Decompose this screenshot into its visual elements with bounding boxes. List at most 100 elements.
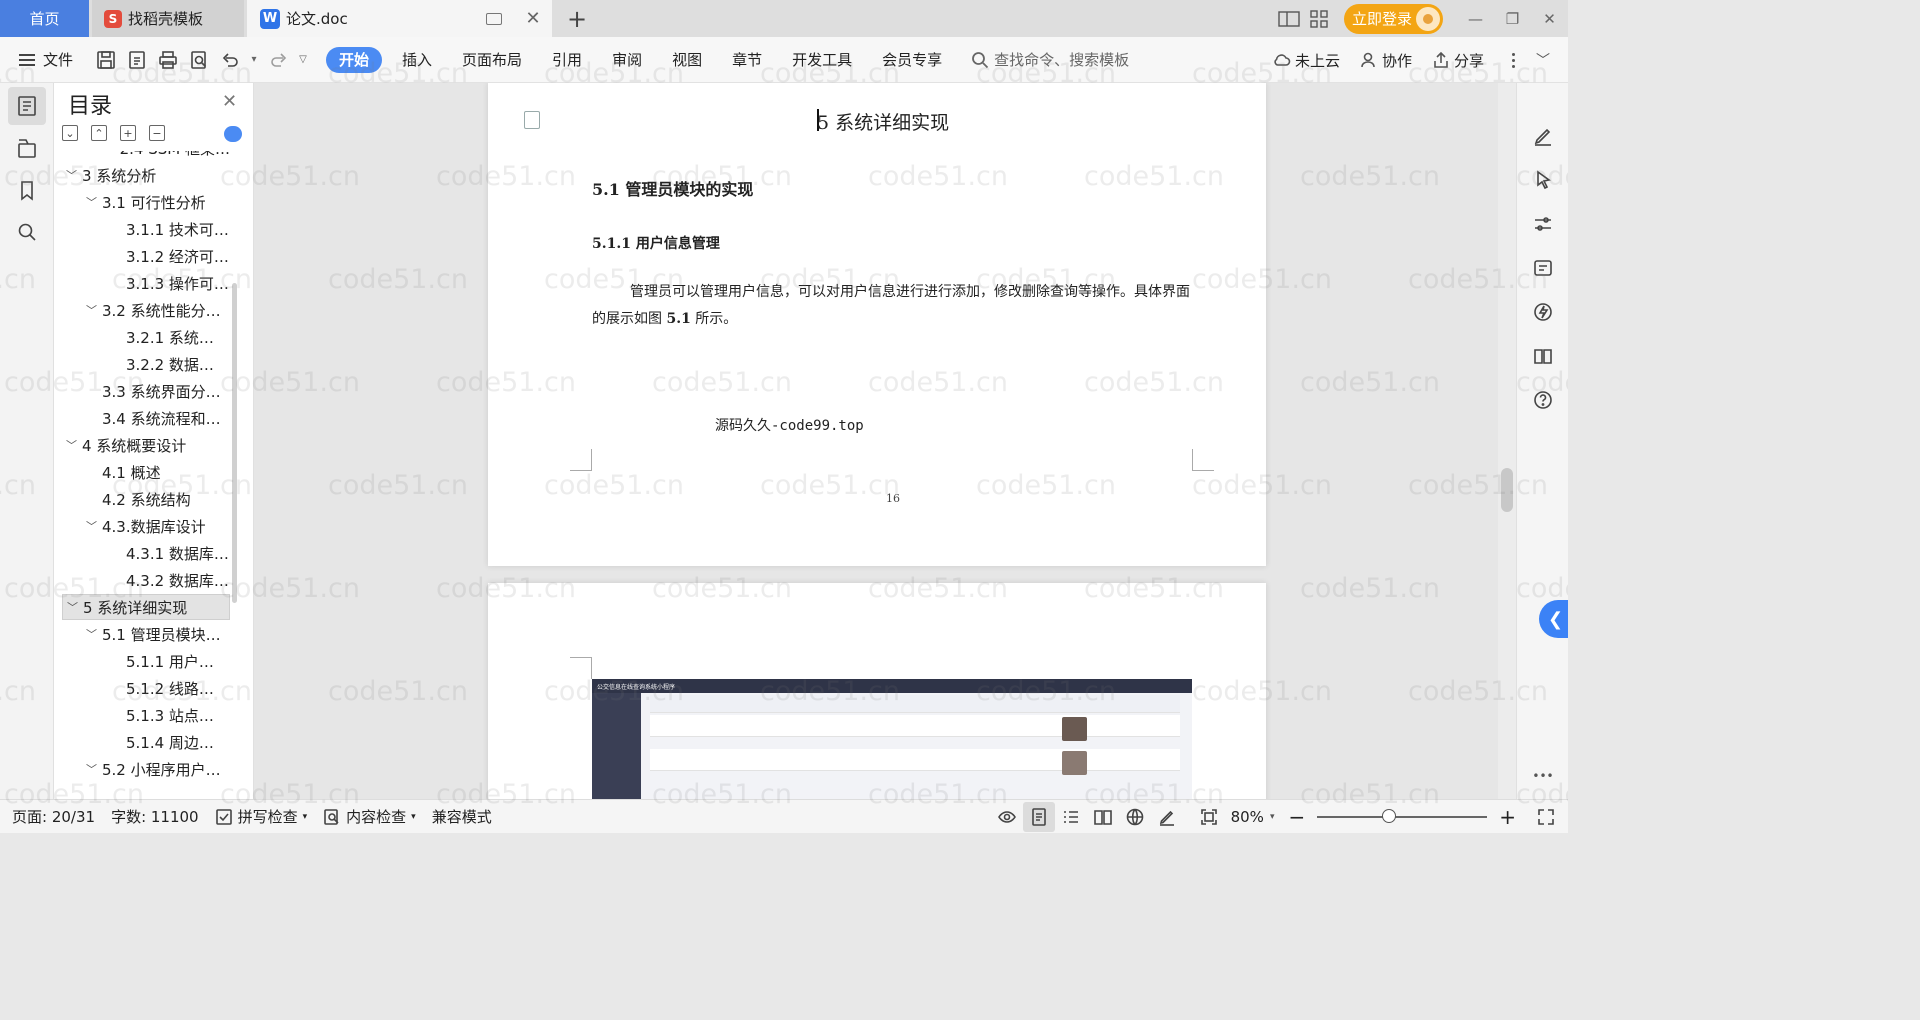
ribbon-tab-7[interactable]: 开发工具	[777, 47, 867, 73]
fit-page-icon[interactable]	[1193, 802, 1225, 832]
command-search[interactable]: 查找命令、搜索模板	[971, 49, 1129, 70]
print-icon[interactable]	[152, 45, 183, 75]
collapse-ribbon-icon[interactable]: ﹀	[1536, 50, 1558, 70]
tab-template-store[interactable]: S 找稻壳模板	[92, 0, 244, 37]
toc-item[interactable]: 3.1.2 经济可…	[54, 243, 230, 269]
close-tab-icon[interactable]: ✕	[522, 8, 544, 30]
document-assistant-icon[interactable]	[1530, 255, 1556, 281]
toc-item[interactable]: 5.1.4 周边…	[54, 729, 230, 755]
toc-item[interactable]: 5.1.2 线路…	[54, 675, 230, 701]
remove-heading-icon[interactable]: −	[149, 125, 165, 141]
embedded-screenshot[interactable]: 公交信息在线查询系统小程序	[592, 679, 1192, 799]
close-icon[interactable]: ✕	[222, 91, 237, 112]
scrollbar-thumb[interactable]	[1501, 468, 1513, 512]
adjust-sliders-icon[interactable]	[1530, 211, 1556, 237]
ribbon-tab-4[interactable]: 审阅	[597, 47, 657, 73]
document-page[interactable]: 5 系统详细实现 5.1 管理员模块的实现 5.1.1 用户信息管理 管理员可以…	[488, 83, 1266, 566]
save-icon[interactable]	[90, 45, 121, 75]
more-options-icon[interactable]	[1504, 52, 1522, 68]
bookmark-button[interactable]	[8, 171, 46, 209]
smart-toc-icon[interactable]	[224, 126, 242, 142]
chevron-down-icon[interactable]: ﹀	[86, 626, 102, 642]
toc-item[interactable]: 4.2 系统结构	[54, 486, 230, 512]
add-heading-icon[interactable]: +	[120, 125, 136, 141]
ribbon-tab-1[interactable]: 插入	[387, 47, 447, 73]
undo-icon[interactable]	[214, 45, 245, 75]
chevron-down-icon[interactable]: ﹀	[86, 194, 102, 210]
ai-writing-icon[interactable]	[1530, 299, 1556, 325]
vertical-scrollbar[interactable]	[1498, 83, 1516, 799]
collaborate-button[interactable]: 协作	[1360, 50, 1412, 71]
undo-dropdown-icon[interactable]: ▾	[245, 54, 263, 65]
close-window-icon[interactable]: ✕	[1531, 0, 1568, 37]
redo-icon[interactable]	[263, 45, 294, 75]
zoom-in-button[interactable]: +	[1499, 805, 1516, 829]
toc-item[interactable]: 2.4 SSM 框架…	[54, 151, 230, 161]
toc-item[interactable]: 5.1.3 站点…	[54, 702, 230, 728]
chevron-down-icon[interactable]: ﹀	[86, 518, 102, 534]
find-button[interactable]	[8, 213, 46, 251]
chevron-down-icon[interactable]: ﹀	[66, 437, 82, 453]
toc-item[interactable]: ﹀ 5 系统详细实现	[62, 594, 230, 620]
word-count[interactable]: 字数: 11100	[103, 806, 207, 827]
toc-panel-button[interactable]	[8, 87, 46, 125]
toc-item[interactable]: ﹀ 3.2 系统性能分…	[54, 297, 230, 323]
navigation-pane-button[interactable]	[8, 129, 46, 167]
toc-item[interactable]: 4.3.1 数据库…	[54, 540, 230, 566]
body-paragraph[interactable]: 管理员可以管理用户信息，可以对用户信息进行进行添加，修改删除查询等操作。具体界面…	[592, 279, 1192, 333]
toc-item[interactable]: ﹀ 3.1 可行性分析	[54, 189, 230, 215]
help-icon[interactable]	[1530, 387, 1556, 413]
centered-text[interactable]: 源码久久-code99.top	[715, 415, 864, 435]
customize-dropdown-icon[interactable]: ▽	[294, 54, 312, 65]
tab-home[interactable]: 首页	[0, 0, 89, 37]
collapse-all-icon[interactable]: ⌃	[91, 125, 107, 141]
layout-toggle-icon[interactable]	[1274, 7, 1304, 31]
outline-view-icon[interactable]	[1055, 802, 1087, 832]
eye-protection-icon[interactable]	[991, 802, 1023, 832]
zoom-out-button[interactable]: −	[1288, 805, 1305, 829]
chevron-down-icon[interactable]: ﹀	[66, 167, 82, 183]
chapter-heading[interactable]: 5 系统详细实现	[817, 108, 949, 135]
expand-all-icon[interactable]: ⌄	[62, 125, 78, 141]
fullscreen-icon[interactable]	[1530, 802, 1562, 832]
toc-item[interactable]: 3.4 系统流程和…	[54, 405, 230, 431]
toc-item[interactable]: 3.2.2 数据…	[54, 351, 230, 377]
toc-item[interactable]: 5.1.1 用户…	[54, 648, 230, 674]
toc-item[interactable]: ﹀ 4 系统概要设计	[54, 432, 230, 458]
ribbon-tab-2[interactable]: 页面布局	[447, 47, 537, 73]
toc-item[interactable]: 4.1 概述	[54, 459, 230, 485]
restore-icon[interactable]: ❐	[1494, 0, 1531, 37]
collapse-panel-button[interactable]: ❮	[1539, 600, 1568, 638]
export-pdf-icon[interactable]	[121, 45, 152, 75]
toc-item[interactable]: 3.1.1 技术可…	[54, 216, 230, 242]
toc-item[interactable]: ﹀ 4.3.数据库设计	[54, 513, 230, 539]
web-view-icon[interactable]	[1119, 802, 1151, 832]
document-canvas[interactable]: 5 系统详细实现 5.1 管理员模块的实现 5.1.1 用户信息管理 管理员可以…	[254, 83, 1516, 799]
pen-icon[interactable]	[1530, 123, 1556, 149]
share-button[interactable]: 分享	[1432, 50, 1484, 71]
chevron-down-icon[interactable]: ﹀	[67, 599, 83, 615]
select-pointer-icon[interactable]	[1530, 167, 1556, 193]
chevron-down-icon[interactable]: ▾	[303, 812, 308, 822]
print-preview-icon[interactable]	[183, 45, 214, 75]
page-style-icon[interactable]	[524, 111, 540, 129]
toc-item[interactable]: ﹀ 3 系统分析	[54, 162, 230, 188]
chevron-down-icon[interactable]: ﹀	[86, 761, 102, 777]
monitor-icon[interactable]	[486, 12, 502, 25]
page-indicator[interactable]: 页面: 20/31	[0, 806, 103, 827]
section-heading[interactable]: 5.1 管理员模块的实现	[592, 176, 753, 200]
toc-item[interactable]: 3.2.1 系统…	[54, 324, 230, 350]
page-view-icon[interactable]	[1022, 802, 1055, 832]
file-menu-button[interactable]: 文件	[0, 49, 90, 70]
zoom-dropdown-icon[interactable]: ▾	[1270, 812, 1275, 822]
content-check-button[interactable]: 内容检查 ▾	[315, 806, 424, 827]
cloud-sync-button[interactable]: 未上云	[1273, 50, 1340, 71]
reading-view-icon[interactable]	[1087, 802, 1119, 832]
toc-item[interactable]: 4.3.2 数据库…	[54, 567, 230, 593]
document-page-next[interactable]: 公交信息在线查询系统小程序	[488, 583, 1266, 799]
chevron-down-icon[interactable]: ▾	[411, 812, 416, 822]
login-button[interactable]: 立即登录	[1344, 3, 1443, 34]
tab-document[interactable]: W 论文.doc ✕	[247, 0, 552, 37]
reading-mode-icon[interactable]	[1530, 343, 1556, 369]
ribbon-tab-8[interactable]: 会员专享	[867, 47, 957, 73]
